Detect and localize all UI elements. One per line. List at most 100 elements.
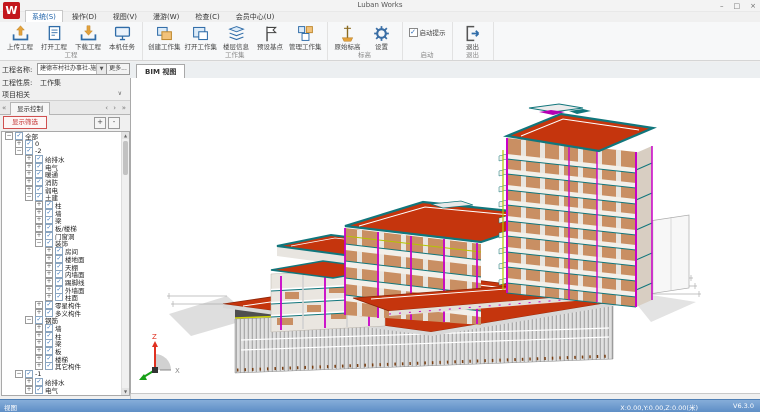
- ribbon-group-label: 标高: [328, 51, 402, 60]
- tree-item-土建[interactable]: −✓土建: [2, 194, 129, 202]
- chevron-down-icon[interactable]: ∨: [118, 90, 122, 97]
- tree-item-墙[interactable]: +✓墙: [2, 209, 129, 217]
- ribbon-button-本机任务[interactable]: 本机任务: [105, 23, 139, 51]
- window-controls: – □ ×: [720, 0, 756, 11]
- viewport-tab-strip: BIM 视图: [130, 62, 760, 79]
- tree-item-0[interactable]: +✓0: [2, 140, 129, 148]
- exit-icon: [463, 23, 482, 43]
- tree-item-柱[interactable]: +✓柱: [2, 201, 129, 209]
- model-tree-rows: −✓全部+✓0−✓-2+✓给排水+✓电气+✓暖通+✓消防+✓弱电−✓土建+✓柱+…: [2, 132, 129, 393]
- tab-more-icon[interactable]: »: [122, 103, 126, 113]
- tree-item-消防[interactable]: +✓消防: [2, 178, 129, 186]
- base-point-icon: [261, 23, 280, 43]
- tree-item-柱[interactable]: +✓柱: [2, 332, 129, 340]
- checkbox-icon[interactable]: ✓: [35, 386, 43, 394]
- checkbox-icon[interactable]: ✓: [409, 28, 418, 37]
- tree-item--2[interactable]: −✓-2: [2, 147, 129, 155]
- tab-scroll-left-icon[interactable]: «: [2, 103, 6, 113]
- panel-tab-strip: « 显示控制 ‹ › »: [0, 100, 130, 115]
- collapse-icon[interactable]: −: [15, 147, 23, 155]
- filter-row: 显示筛选 + -: [0, 115, 130, 129]
- ribbon-group-label: 启动: [403, 51, 452, 60]
- ribbon-button-打开工程[interactable]: 打开工程: [37, 23, 71, 51]
- bim-model-canvas[interactable]: Z X: [130, 78, 760, 394]
- ribbon-group-退出: 退出退出: [453, 22, 494, 60]
- tab-bim-view[interactable]: BIM 视图: [136, 64, 185, 79]
- axis-x-label: X: [175, 367, 180, 375]
- collapse-icon[interactable]: −: [25, 316, 33, 324]
- tree-item-墙[interactable]: +✓墙: [2, 324, 129, 332]
- chevron-down-icon[interactable]: ▼: [96, 64, 106, 74]
- ribbon-button-管理工作集[interactable]: 管理工作集: [287, 23, 324, 51]
- app-logo: W: [3, 2, 20, 19]
- expand-icon[interactable]: +: [25, 386, 33, 394]
- maximize-icon[interactable]: □: [734, 2, 741, 10]
- more-button[interactable]: 更多...: [106, 63, 130, 75]
- collapse-icon[interactable]: −: [35, 239, 43, 247]
- collapse-icon[interactable]: −: [15, 370, 23, 378]
- tab-display-control[interactable]: 显示控制: [10, 102, 50, 115]
- tree-item-电气[interactable]: +✓电气: [2, 386, 129, 394]
- ribbon-button-打开工作集[interactable]: 打开工作集: [183, 23, 220, 51]
- checkbox-icon[interactable]: ✓: [45, 362, 53, 370]
- tree-scrollbar[interactable]: ▲ ▼: [121, 132, 129, 395]
- create-workset-icon: [155, 23, 174, 43]
- ribbon-toolbar: 上传工程打开工程下载工程本机任务工程创建工作集打开工作集楼层信息预设基点管理工作…: [0, 22, 760, 61]
- tower: [499, 104, 653, 307]
- scroll-down-icon[interactable]: ▼: [122, 388, 129, 395]
- tree-item-全部[interactable]: −✓全部: [2, 132, 129, 140]
- tree-item-弱电[interactable]: +✓弱电: [2, 186, 129, 194]
- tree-item-label: 其它构件: [55, 361, 81, 371]
- tree-item-多义构件[interactable]: +✓多义构件: [2, 309, 129, 317]
- ribbon-button-label: 设置: [375, 43, 388, 51]
- ribbon-button-label: 楼层信息: [223, 43, 249, 51]
- ribbon-button-楼层信息[interactable]: 楼层信息: [219, 23, 253, 51]
- menu-bar: 系统(S)操作(D)视图(V)漫游(W)检查(C)会员中心(U): [25, 11, 281, 22]
- scroll-up-icon[interactable]: ▲: [122, 132, 129, 139]
- ribbon-button-label: 下载工程: [75, 43, 101, 51]
- project-type-label: 工程性质:: [2, 78, 32, 88]
- ribbon-button-label: 管理工作集: [289, 43, 322, 51]
- ribbon-group-label: 工程: [0, 51, 142, 60]
- ribbon-button-label: 退出: [466, 43, 479, 51]
- tree-item-给排水[interactable]: +✓给排水: [2, 378, 129, 386]
- upload-project-icon: [11, 23, 30, 43]
- ribbon-button-label: 原始标高: [335, 43, 361, 51]
- tree-item-暖通[interactable]: +✓暖通: [2, 170, 129, 178]
- manage-workset-icon: [296, 23, 315, 43]
- tree-item-给排水[interactable]: +✓给排水: [2, 155, 129, 163]
- startup-tip-checkbox-row[interactable]: ✓启动提示: [406, 27, 449, 37]
- tree-item-其它构件[interactable]: +✓其它构件: [2, 363, 129, 371]
- floor-info-icon: [227, 23, 246, 43]
- model-tree: −✓全部+✓0−✓-2+✓给排水+✓电气+✓暖通+✓消防+✓弱电−✓土建+✓柱+…: [1, 131, 130, 396]
- minimize-icon[interactable]: –: [720, 2, 724, 10]
- ribbon-button-设置[interactable]: 设置: [365, 23, 399, 51]
- tree-item-电气[interactable]: +✓电气: [2, 163, 129, 171]
- ribbon-button-下载工程[interactable]: 下载工程: [71, 23, 105, 51]
- ribbon-button-原始标高[interactable]: 原始标高: [331, 23, 365, 51]
- tab-prev-icon[interactable]: ‹: [105, 103, 108, 113]
- ribbon-button-预设基点[interactable]: 预设基点: [253, 23, 287, 51]
- open-project-icon: [45, 23, 64, 43]
- tab-next-icon[interactable]: ›: [113, 103, 116, 113]
- tree-item-梁[interactable]: +✓梁: [2, 340, 129, 348]
- collapse-icon[interactable]: −: [5, 132, 13, 140]
- collapse-all-button[interactable]: -: [108, 117, 120, 129]
- section-project-related[interactable]: 项目相关: [2, 90, 30, 100]
- local-tasks-icon: [113, 23, 132, 43]
- ribbon-button-创建工作集[interactable]: 创建工作集: [146, 23, 183, 51]
- window-title: Luban Works: [0, 1, 760, 9]
- ribbon-button-退出[interactable]: 退出: [456, 23, 490, 51]
- collapse-icon[interactable]: −: [25, 193, 33, 201]
- tree-item-label: 电气: [45, 385, 58, 395]
- scrollbar-thumb[interactable]: [123, 141, 128, 175]
- ribbon-button-label: 打开工程: [41, 43, 67, 51]
- project-name-select[interactable]: 建德市村社办事社-施工模型 ▼: [37, 63, 107, 75]
- close-icon[interactable]: ×: [750, 2, 756, 10]
- display-filter-button[interactable]: 显示筛选: [3, 116, 47, 129]
- axis-triad: Z X: [139, 333, 180, 380]
- ribbon-button-label: 上传工程: [7, 43, 33, 51]
- expand-all-button[interactable]: +: [94, 117, 106, 129]
- ribbon-group-label: 退出: [453, 51, 493, 60]
- ribbon-button-上传工程[interactable]: 上传工程: [3, 23, 37, 51]
